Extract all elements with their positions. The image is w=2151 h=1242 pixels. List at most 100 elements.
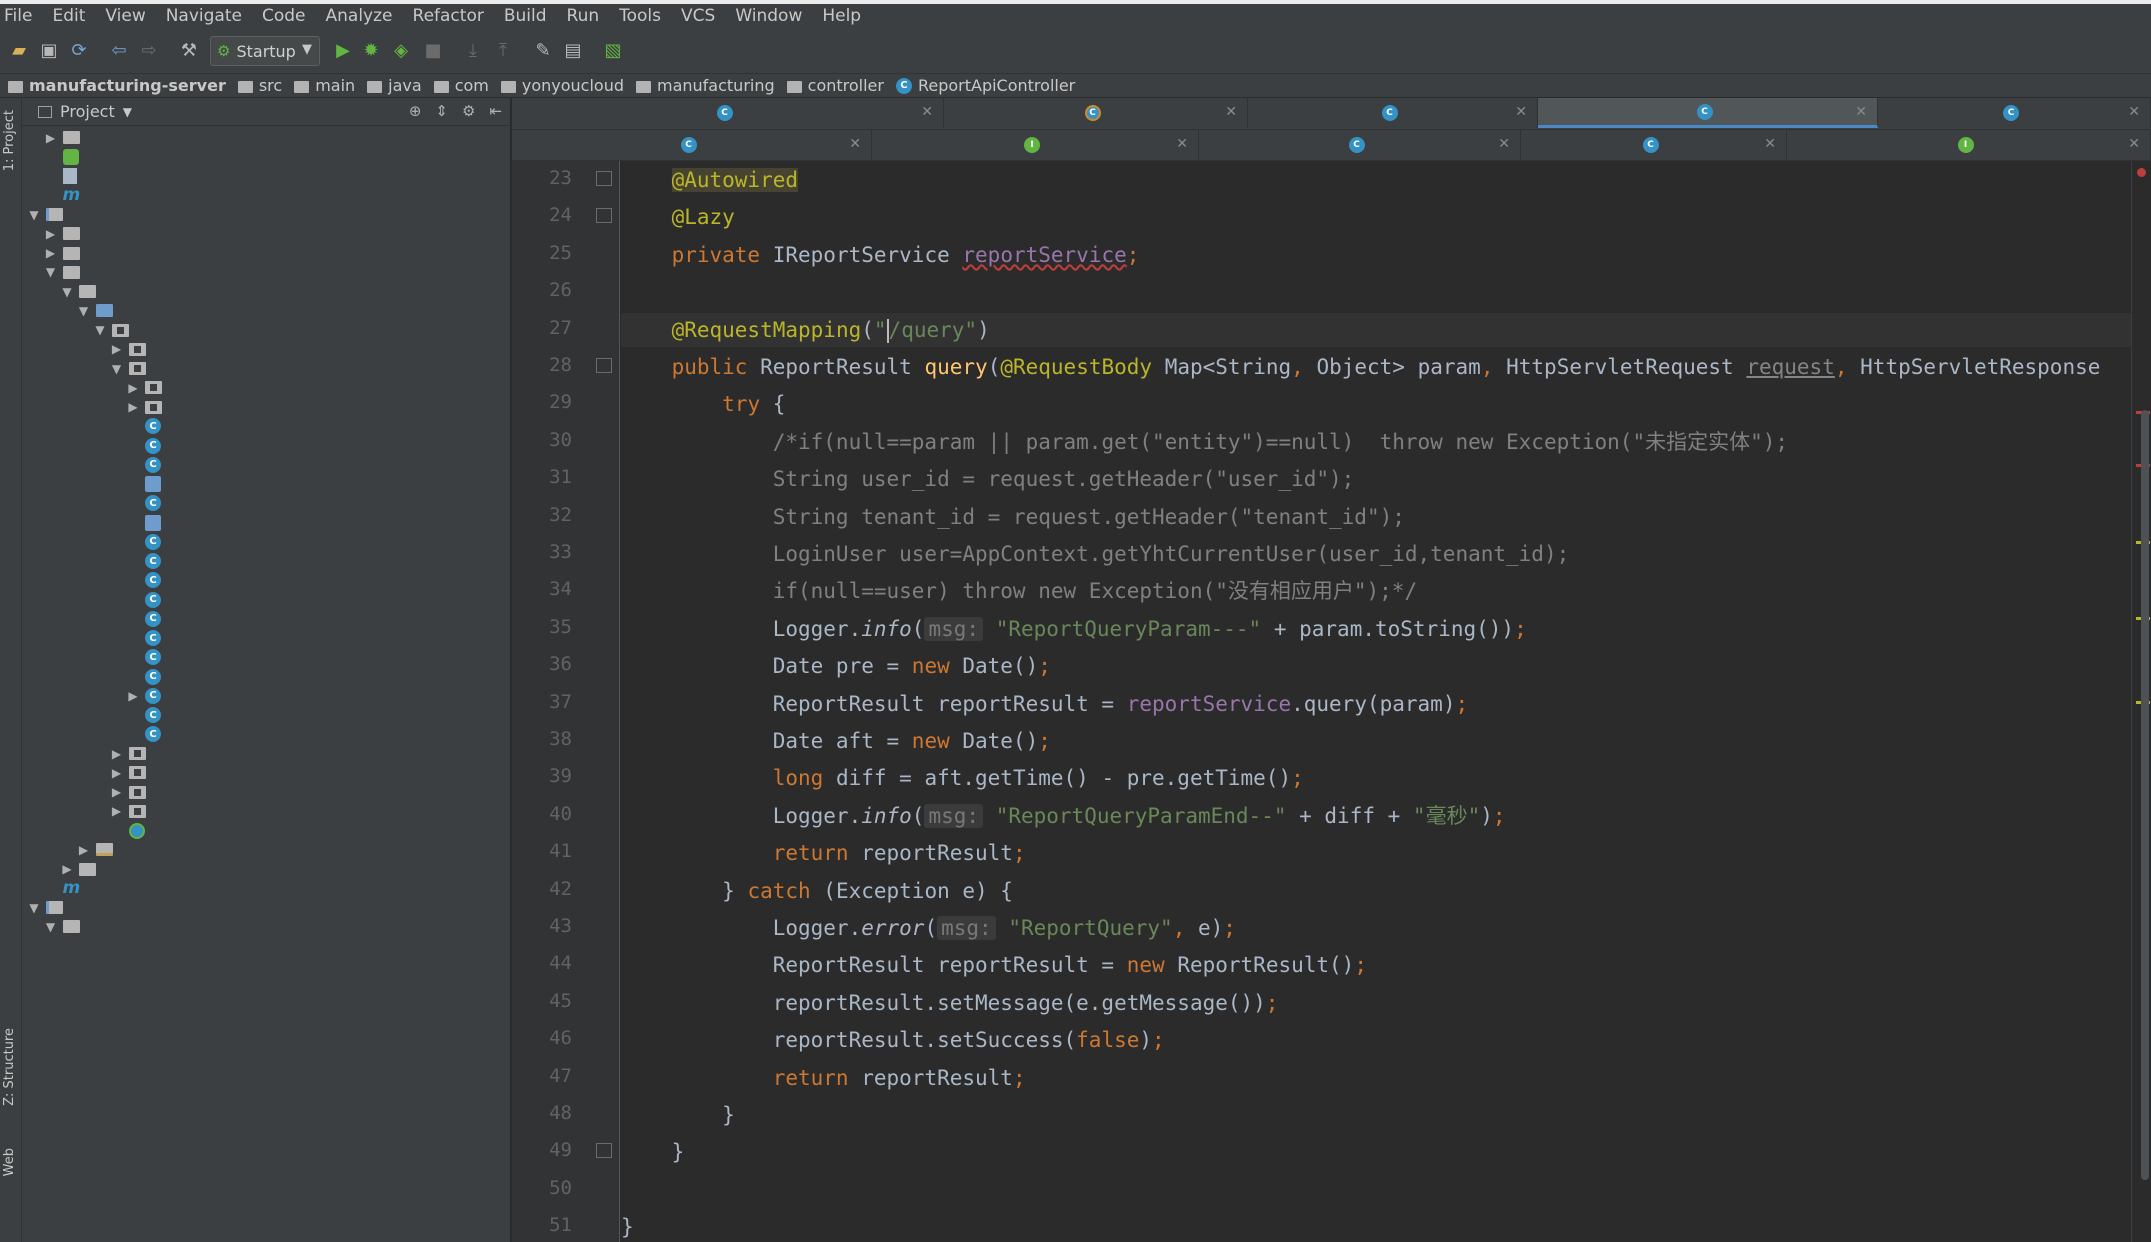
collapsed-arrow-icon[interactable]: ▶ (59, 862, 75, 876)
project-panel-title[interactable]: Project (60, 102, 115, 121)
collapsed-arrow-icon[interactable]: ▶ (109, 747, 125, 761)
menu-code[interactable]: Code (262, 6, 306, 26)
tree-item[interactable] (43, 167, 83, 186)
close-icon[interactable]: ✕ (849, 136, 861, 152)
save-icon[interactable]: ▣ (38, 40, 60, 62)
tree-item[interactable]: C (125, 629, 167, 648)
tree-item[interactable]: ▶ (59, 860, 102, 879)
breadcrumb-item[interactable]: com (433, 76, 489, 95)
collapsed-arrow-icon[interactable]: ▶ (109, 342, 125, 356)
web-tool-tab[interactable]: Web (2, 1148, 17, 1176)
close-icon[interactable]: ✕ (2128, 136, 2140, 152)
collapsed-arrow-icon[interactable]: ▶ (43, 246, 59, 260)
sdk-manager-icon[interactable]: ▧ (602, 40, 624, 62)
tree-item[interactable]: C (125, 436, 167, 455)
chevron-down-icon[interactable]: ▼ (123, 105, 132, 119)
tree-item[interactable]: C (125, 648, 167, 667)
tree-item[interactable]: C (125, 532, 167, 551)
tree-item[interactable]: m (43, 185, 85, 205)
tree-item[interactable]: ▶ (109, 340, 152, 359)
editor-scrollbar[interactable] (2141, 410, 2149, 1180)
tree-item[interactable]: C (125, 494, 167, 513)
coverage-icon[interactable]: ◈ (390, 40, 412, 62)
fold-marker-icon[interactable] (596, 208, 612, 224)
tree-item[interactable]: ▼ (43, 917, 86, 936)
breadcrumb-item[interactable]: manufacturing (636, 76, 775, 95)
breadcrumb-item[interactable]: manufacturing-server (8, 76, 226, 95)
editor-tab[interactable]: I ✕ (1787, 130, 2151, 160)
expanded-arrow-icon[interactable]: ▼ (26, 901, 42, 915)
tree-item[interactable]: ▼ (26, 205, 75, 224)
breadcrumb-item[interactable]: main (294, 76, 355, 95)
close-icon[interactable]: ✕ (2128, 104, 2140, 120)
stop-icon[interactable]: ■ (422, 40, 444, 62)
tree-item[interactable]: C (125, 590, 167, 609)
expanded-arrow-icon[interactable]: ▼ (59, 285, 75, 299)
run-icon[interactable]: ▶ (332, 40, 354, 62)
fold-marker-icon[interactable] (596, 171, 612, 186)
menu-window[interactable]: Window (735, 6, 802, 26)
tree-item[interactable]: C (125, 552, 167, 571)
collapsed-arrow-icon[interactable]: ▶ (43, 131, 59, 145)
close-icon[interactable]: ✕ (1764, 136, 1776, 152)
tree-item[interactable] (125, 513, 167, 532)
menu-refactor[interactable]: Refactor (413, 6, 484, 26)
expanded-arrow-icon[interactable]: ▼ (76, 304, 92, 318)
editor-tab[interactable]: C ✕ (1878, 98, 2151, 128)
menu-navigate[interactable]: Navigate (166, 6, 242, 26)
tree-item[interactable]: ▶ (109, 802, 152, 821)
editor-tab[interactable]: C ✕ (1248, 98, 1538, 128)
tree-item[interactable]: C (125, 417, 167, 436)
editor-tab[interactable]: C ✕ (1521, 130, 1787, 160)
collapsed-arrow-icon[interactable]: ▶ (109, 804, 125, 818)
expanded-arrow-icon[interactable]: ▼ (109, 362, 125, 376)
vcs-commit-icon[interactable]: ⤒ (492, 40, 514, 62)
editor-tab[interactable]: C ✕ (944, 98, 1248, 128)
project-tool-tab[interactable]: 1: Project (2, 110, 17, 171)
breadcrumb-item[interactable]: controller (786, 76, 884, 95)
menu-edit[interactable]: Edit (52, 6, 85, 26)
collapsed-arrow-icon[interactable]: ▶ (125, 381, 141, 395)
error-indicator-icon[interactable] (2137, 168, 2146, 177)
menu-help[interactable]: Help (822, 6, 861, 26)
collapsed-arrow-icon[interactable]: ▶ (109, 785, 125, 799)
tree-item[interactable]: ▼ (26, 898, 75, 917)
tree-item[interactable]: ▶ (125, 378, 168, 397)
settings-wrench-icon[interactable]: ✎ (532, 40, 554, 62)
close-icon[interactable]: ✕ (921, 104, 933, 120)
build-project-icon[interactable]: ⚒ (178, 40, 200, 62)
fold-marker-icon[interactable] (596, 1143, 612, 1159)
debug-icon[interactable]: ✹ (360, 40, 382, 62)
code-editor[interactable]: @Autowired @Lazy private IReportService … (621, 161, 2131, 1242)
breadcrumb-item[interactable]: java (367, 76, 422, 95)
tree-item[interactable]: ▼ (109, 359, 152, 378)
collapsed-arrow-icon[interactable]: ▶ (43, 227, 59, 241)
tree-item[interactable]: ▶ (43, 244, 86, 263)
close-icon[interactable]: ✕ (1498, 136, 1510, 152)
menu-build[interactable]: Build (504, 6, 547, 26)
breadcrumb-item[interactable]: C ReportApiController (895, 76, 1075, 95)
structure-tool-tab[interactable]: Z: Structure (2, 1028, 17, 1106)
tree-item[interactable]: C (125, 571, 167, 590)
breadcrumb-item[interactable]: yonyoucloud (500, 76, 624, 95)
tree-item[interactable]: ▼ (92, 321, 135, 340)
back-icon[interactable]: ⇦ (108, 40, 130, 62)
editor-tab[interactable]: I ✕ (872, 130, 1199, 160)
tree-item[interactable] (43, 147, 85, 166)
editor-tab[interactable]: C ✕ (512, 98, 944, 128)
tree-item[interactable]: C (125, 725, 167, 744)
tree-item[interactable]: ▶ (43, 128, 86, 147)
sync-icon[interactable]: ⟳ (68, 40, 90, 62)
tree-item[interactable]: ▼ (76, 301, 119, 320)
tree-item[interactable]: ▶ (109, 763, 152, 782)
tree-item[interactable]: ▶ C (125, 686, 167, 705)
expanded-arrow-icon[interactable]: ▼ (26, 208, 42, 222)
tree-item[interactable]: C (125, 667, 167, 686)
editor-tab[interactable]: C ✕ (1538, 98, 1878, 128)
menu-analyze[interactable]: Analyze (326, 6, 393, 26)
tree-item[interactable]: ▶ (109, 783, 152, 802)
collapsed-arrow-icon[interactable]: ▶ (125, 689, 141, 703)
menu-vcs[interactable]: VCS (681, 6, 715, 26)
close-icon[interactable]: ✕ (1225, 104, 1237, 120)
tree-item[interactable]: m (43, 878, 85, 898)
